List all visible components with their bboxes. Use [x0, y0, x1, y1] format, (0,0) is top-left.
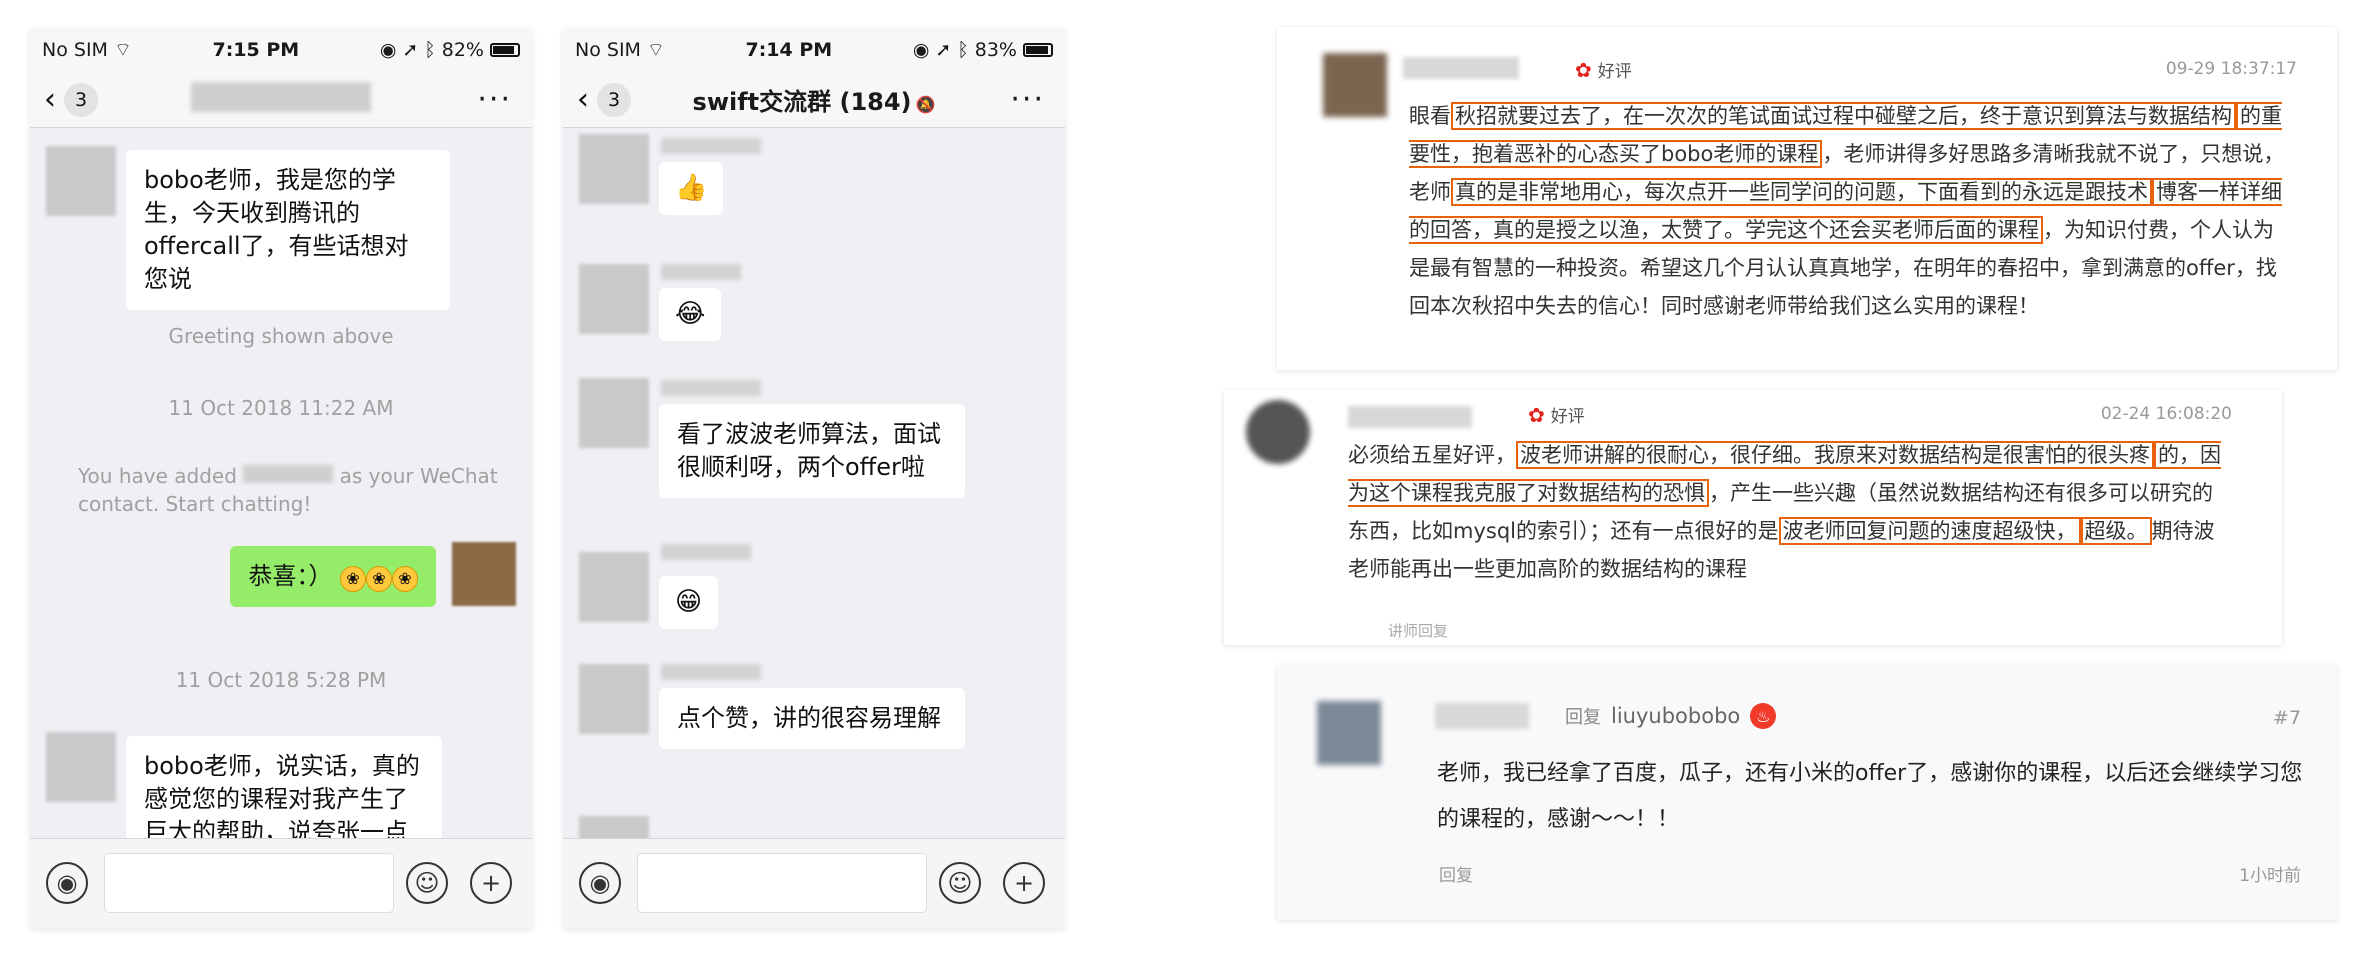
message-bubble[interactable]: bobo老师，我是您的学生，今天收到腾讯的offercall了，有些话想对您说 [126, 150, 450, 310]
message-bubble[interactable]: 👍 [659, 162, 724, 215]
wifi-icon: ⌔ [113, 39, 132, 61]
comment-text: 老师，我已经拿了百度，瓜子，还有小米的offer了，感谢你的课程，以后还会继续学… [1437, 761, 2303, 832]
review-text: 必须给五星好评， 波老师讲解的很耐心，很仔细。我原来对数据结构是很害怕的很头疼 的，… [1348, 441, 2221, 581]
message-input[interactable] [104, 853, 394, 913]
system-note: You have added as your WeChat contact. S… [78, 464, 498, 516]
battery-percent: 83% [974, 39, 1017, 61]
avatar[interactable] [46, 146, 116, 216]
battery-icon [1022, 43, 1053, 57]
lock-rotation-icon: ◉ [379, 39, 397, 61]
message-bubble[interactable]: bobo老师，说实话，真的感觉您的课程对我产生了巨大的帮助，说夸张一点可以说是改… [126, 736, 442, 838]
plus-icon[interactable]: + [470, 862, 512, 904]
avatar[interactable] [579, 134, 649, 204]
timestamp: 11 Oct 2018 5:28 PM [175, 668, 387, 692]
more-icon[interactable]: ··· [477, 82, 512, 117]
avatar[interactable] [579, 664, 649, 734]
avatar[interactable] [579, 264, 649, 334]
status-bar: No SIM ⌔ 7:14 PM ◉ ➚ ᛒ 83% [563, 28, 1065, 72]
message-bubble[interactable]: 点个赞，讲的很容易理解 [659, 688, 965, 749]
message-input[interactable] [637, 853, 927, 913]
review-date: 02-24 16:08:20 [2100, 404, 2232, 424]
message-bubble[interactable]: 看了波波老师算法，面试很顺利呀，两个offer啦 [659, 404, 965, 498]
floor-number: #7 [2272, 707, 2301, 729]
message-bubble-self[interactable]: 恭喜：） ❀ ❀ ❀ [230, 546, 436, 607]
blurred-nickname [661, 664, 761, 680]
carrier-wifi: No SIM ⌔ [42, 39, 132, 61]
review-date: 09-29 18:37:17 [2165, 59, 2297, 79]
wifi-icon: ⌔ [646, 39, 665, 61]
blurred-nickname [661, 380, 761, 396]
wechat-phone-1: No SIM ⌔ 7:15 PM ◉ ➚ ᛒ 82% ‹ 3 ··· bobo老… [30, 28, 532, 928]
message-bubble[interactable]: 😂 [659, 288, 722, 341]
emoji-icon: ❀ ❀ ❀ [340, 562, 418, 592]
more-icon[interactable]: ··· [1010, 82, 1045, 117]
instructor-reply-link[interactable]: 讲师回复 [1388, 620, 1448, 641]
reply-button[interactable]: 回复 [1439, 861, 1473, 886]
input-bar: ◉ ☺ + [563, 838, 1065, 928]
review-card: ✿ 好评 02-24 16:08:20 必须给五星好评， 波老师讲解的很耐心，很仔细… [1224, 390, 2282, 645]
plus-icon[interactable]: + [1003, 862, 1045, 904]
message-bubble[interactable]: 😁 [659, 576, 719, 629]
avatar[interactable] [1246, 400, 1310, 464]
self-avatar[interactable] [452, 542, 516, 606]
avatar[interactable] [579, 552, 649, 622]
comment-card: 回复 liuyubobobo ♨ #7 老师，我已经拿了百度，瓜子，还有小米的off… [1277, 665, 2337, 920]
voice-icon[interactable]: ◉ [579, 862, 621, 904]
avatar[interactable] [1317, 701, 1381, 765]
avatar[interactable] [579, 816, 649, 838]
chat-area[interactable]: 👍 😂 看了波波老师算法，面试很顺利呀，两个offer啦 😁 点个赞，讲的很容易… [563, 128, 1065, 838]
chevron-left-icon: ‹ [44, 82, 56, 117]
carrier-wifi: No SIM ⌔ [575, 39, 665, 61]
battery-icon [489, 43, 520, 57]
avatar[interactable] [1323, 53, 1387, 117]
back-button[interactable]: ‹ 3 [577, 82, 631, 117]
status-time: 7:15 PM [212, 39, 300, 61]
review-text: 眼看 秋招就要过去了，在一次次的笔试面试过程中碰壁之后，终于意识到算法与数据结构的… [1409, 102, 2285, 318]
blurred-nickname [661, 138, 761, 154]
location-icon: ➚ [935, 39, 952, 61]
bluetooth-icon: ᛒ [424, 39, 436, 61]
blurred-nickname [661, 544, 751, 560]
blurred-contact-name [191, 81, 371, 112]
blurred-username [1435, 703, 1529, 729]
review-card: ✿ 好评 09-29 18:37:17 眼看 秋招就要过去了，在一次次的笔试面试过程… [1277, 27, 2337, 370]
flame-icon: ♨ [1750, 703, 1777, 729]
lock-rotation-icon: ◉ [912, 39, 930, 61]
flower-icon: ✿ [1528, 402, 1545, 427]
blurred-username [1403, 57, 1519, 79]
chat-area[interactable]: bobo老师，我是您的学生，今天收到腾讯的offercall了，有些话想对您说 … [30, 128, 532, 838]
comment-time: 1小时前 [2239, 866, 2301, 886]
rating-badge: ✿ 好评 [1528, 402, 1585, 428]
chevron-left-icon: ‹ [577, 82, 589, 117]
mute-bell-icon: 🔕 [915, 95, 936, 114]
back-button[interactable]: ‹ 3 [44, 82, 98, 117]
rating-badge: ✿ 好评 [1575, 57, 1632, 83]
status-bar: No SIM ⌔ 7:15 PM ◉ ➚ ᛒ 82% [30, 28, 532, 72]
chat-navbar: ‹ 3 ··· [30, 72, 532, 128]
input-bar: ◉ ☺ + [30, 838, 532, 928]
bluetooth-icon: ᛒ [957, 39, 969, 61]
unread-badge: 3 [64, 82, 98, 117]
system-note: Greeting shown above [168, 324, 394, 348]
flower-icon: ✿ [1575, 57, 1592, 82]
emoji-button-icon[interactable]: ☺ [939, 862, 981, 904]
blurred-nickname [661, 264, 741, 280]
wechat-phone-2: No SIM ⌔ 7:14 PM ◉ ➚ ᛒ 83% ‹ 3 swift交流群 … [563, 28, 1065, 928]
author-name[interactable]: liuyubobobo [1611, 704, 1740, 728]
chat-title: swift交流群 (184) 🔕 [692, 88, 936, 116]
avatar[interactable] [579, 378, 649, 448]
emoji-button-icon[interactable]: ☺ [406, 862, 448, 904]
location-icon: ➚ [402, 39, 419, 61]
voice-icon[interactable]: ◉ [46, 862, 88, 904]
chat-navbar: ‹ 3 swift交流群 (184) 🔕 ··· [563, 72, 1065, 128]
timestamp: 11 Oct 2018 11:22 AM [168, 396, 394, 420]
unread-badge: 3 [597, 82, 631, 117]
blurred-username [1348, 406, 1472, 428]
reply-to: 回复 liuyubobobo ♨ [1565, 703, 1777, 729]
battery-percent: 82% [441, 39, 484, 61]
status-time: 7:14 PM [745, 39, 833, 61]
avatar[interactable] [46, 732, 116, 802]
chat-title [30, 81, 532, 118]
